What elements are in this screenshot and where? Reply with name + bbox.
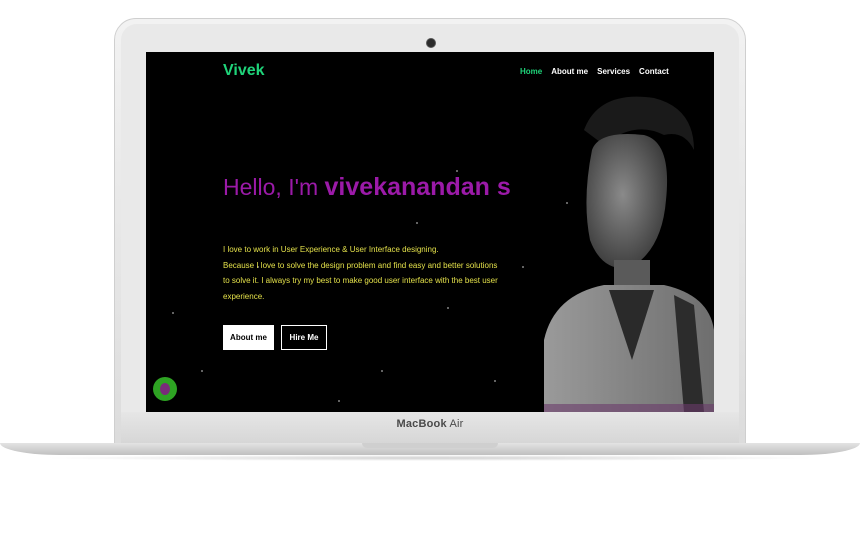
star-dot	[201, 370, 203, 372]
nav-home[interactable]: Home	[520, 67, 542, 76]
profile-photo	[544, 96, 714, 412]
star-dot	[338, 400, 340, 402]
hero-name: vivekanandan s	[324, 173, 511, 201]
intro-line: I love to work in User Experience & User…	[223, 245, 439, 254]
intro-paragraph: Because I love to solve the design probl…	[223, 260, 498, 301]
about-me-button[interactable]: About me	[223, 325, 274, 350]
device-label: MacBook Air	[0, 418, 860, 430]
camera-icon	[426, 38, 436, 48]
dot-icon	[160, 383, 170, 395]
hero-intro: I love to work in User Experience & User…	[223, 242, 503, 304]
star-dot	[172, 312, 174, 314]
site-logo[interactable]: Vivek	[223, 62, 265, 80]
laptop-screen: Vivek Home About me Services Contact Hel…	[146, 52, 714, 412]
star-dot	[494, 380, 496, 382]
nav-contact[interactable]: Contact	[639, 67, 669, 76]
nav-services[interactable]: Services	[597, 67, 630, 76]
star-dot	[416, 222, 418, 224]
star-dot	[381, 370, 383, 372]
hero-greeting: Hello, I'm	[223, 174, 319, 200]
device-brand: MacBook	[396, 418, 447, 430]
top-nav: Home About me Services Contact	[520, 67, 669, 76]
star-dot	[456, 170, 458, 172]
device-model: Air	[449, 418, 464, 430]
hero-heading: Hello, I'm vivekanandan s	[223, 173, 511, 202]
floating-action-button[interactable]	[153, 377, 177, 401]
star-dot	[447, 307, 449, 309]
hire-me-button[interactable]: Hire Me	[281, 325, 327, 350]
laptop-shadow	[40, 455, 820, 461]
nav-about[interactable]: About me	[551, 67, 588, 76]
laptop-notch	[362, 443, 498, 448]
star-dot	[522, 266, 524, 268]
